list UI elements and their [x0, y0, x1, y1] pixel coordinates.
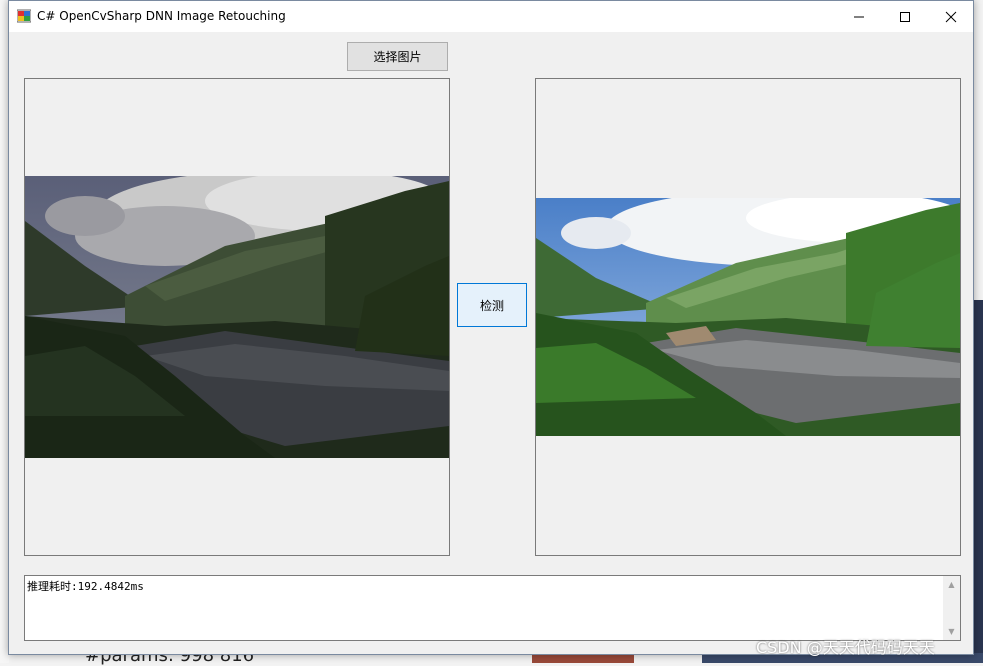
minimize-icon	[854, 16, 864, 17]
input-landscape-image	[25, 176, 449, 458]
close-icon	[945, 11, 957, 22]
select-image-button[interactable]: 选择图片	[347, 42, 448, 71]
detect-button[interactable]: 检测	[457, 283, 527, 327]
window-title: C# OpenCvSharp DNN Image Retouching	[37, 9, 286, 23]
background-window-edge-right	[974, 300, 983, 663]
output-image-box	[535, 78, 961, 556]
result-textbox[interactable]: 推理耗时:192.4842ms ▲ ▼	[24, 575, 961, 641]
close-button[interactable]	[928, 1, 974, 32]
vertical-scrollbar[interactable]: ▲ ▼	[943, 576, 960, 640]
minimize-button[interactable]	[836, 1, 882, 32]
input-image-box	[24, 78, 450, 556]
app-window: C# OpenCvSharp DNN Image Retouching 选择图片	[8, 0, 974, 655]
output-landscape-image	[536, 198, 960, 436]
watermark: CSDN @天天代码码天天	[756, 638, 935, 657]
app-icon	[17, 9, 31, 23]
scroll-up-icon[interactable]: ▲	[943, 576, 960, 593]
maximize-button[interactable]	[882, 1, 928, 32]
inference-time-text: 推理耗时:192.4842ms	[27, 580, 144, 593]
title-bar[interactable]: C# OpenCvSharp DNN Image Retouching	[9, 1, 973, 32]
maximize-icon	[900, 11, 910, 22]
scroll-down-icon[interactable]: ▼	[943, 623, 960, 640]
